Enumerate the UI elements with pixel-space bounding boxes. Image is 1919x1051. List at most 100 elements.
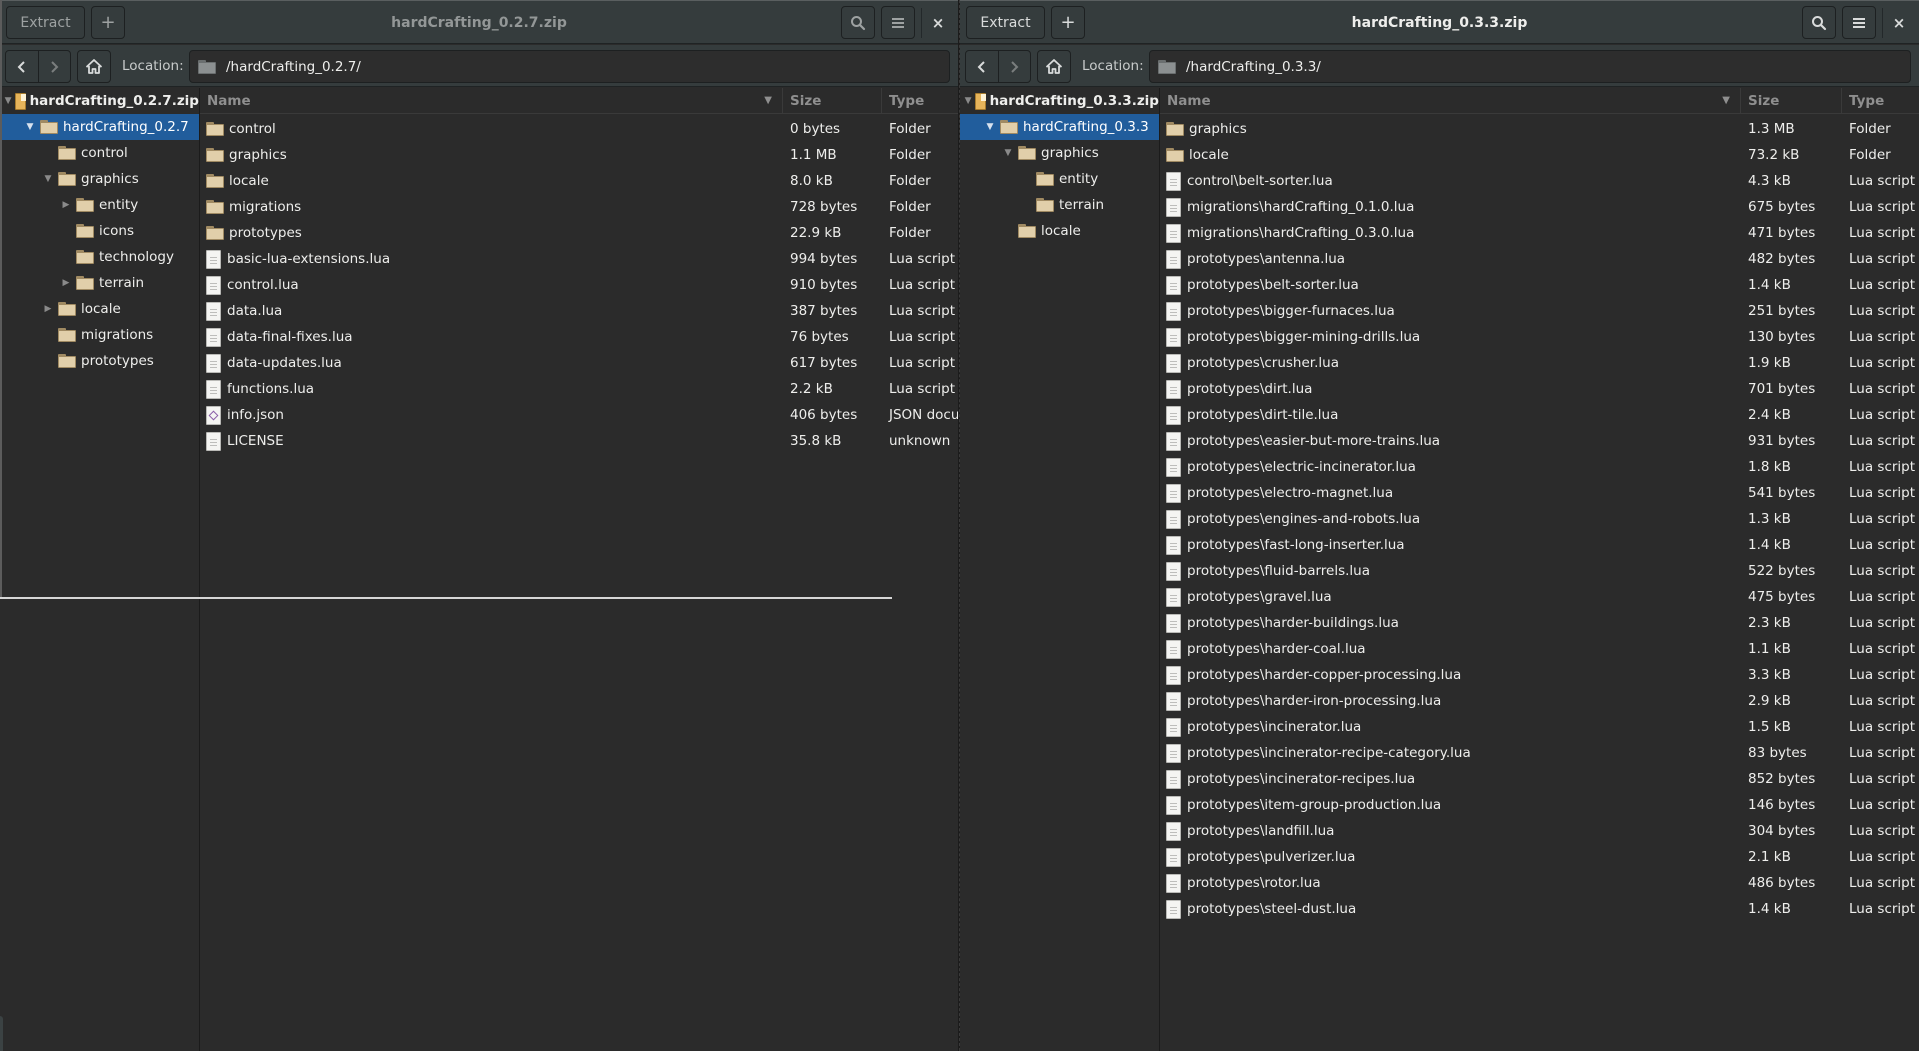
expander-collapsed-icon[interactable]: ▶: [60, 278, 72, 288]
file-row[interactable]: prototypes\engines-and-robots.lua 1.3 kB…: [1160, 506, 1919, 532]
file-row[interactable]: prototypes\landfill.lua 304 bytes Lua sc…: [1160, 818, 1919, 844]
tree-item[interactable]: control: [0, 140, 199, 166]
close-button[interactable]: ×: [924, 6, 952, 39]
file-row[interactable]: prototypes\harder-copper-processing.lua …: [1160, 662, 1919, 688]
file-row[interactable]: basic-lua-extensions.lua 994 bytes Lua s…: [200, 246, 958, 272]
file-row[interactable]: data.lua 387 bytes Lua script: [200, 298, 958, 324]
tree-item[interactable]: ▼ graphics: [0, 166, 199, 192]
expander-collapsed-icon[interactable]: ▶: [42, 304, 54, 314]
file-row[interactable]: prototypes\pulverizer.lua 2.1 kB Lua scr…: [1160, 844, 1919, 870]
location-field[interactable]: /hardCrafting_0.3.3/: [1149, 50, 1911, 83]
column-header-size[interactable]: Size: [783, 88, 882, 114]
json-file-icon: [206, 405, 221, 425]
home-button[interactable]: [1037, 50, 1071, 83]
file-row[interactable]: data-final-fixes.lua 76 bytes Lua script: [200, 324, 958, 350]
file-type: Lua script: [1849, 797, 1916, 813]
file-row[interactable]: prototypes\harder-buildings.lua 2.3 kB L…: [1160, 610, 1919, 636]
search-button[interactable]: [1802, 6, 1836, 39]
tree-item-label: locale: [1041, 223, 1081, 239]
file-row[interactable]: control 0 bytes Folder: [200, 116, 958, 142]
file-row[interactable]: migrations\hardCrafting_0.3.0.lua 471 by…: [1160, 220, 1919, 246]
back-button[interactable]: [6, 51, 38, 82]
back-button[interactable]: [966, 51, 998, 82]
file-row[interactable]: info.json 406 bytes JSON document: [200, 402, 958, 428]
extract-button[interactable]: Extract: [6, 6, 85, 39]
file-row[interactable]: prototypes\gravel.lua 475 bytes Lua scri…: [1160, 584, 1919, 610]
file-row[interactable]: prototypes\harder-coal.lua 1.1 kB Lua sc…: [1160, 636, 1919, 662]
file-row[interactable]: control.lua 910 bytes Lua script: [200, 272, 958, 298]
forward-button[interactable]: [37, 51, 71, 82]
file-row[interactable]: prototypes\fast-long-inserter.lua 1.4 kB…: [1160, 532, 1919, 558]
file-row[interactable]: prototypes\dirt.lua 701 bytes Lua script: [1160, 376, 1919, 402]
file-row[interactable]: functions.lua 2.2 kB Lua script: [200, 376, 958, 402]
file-row[interactable]: prototypes\fluid-barrels.lua 522 bytes L…: [1160, 558, 1919, 584]
file-row[interactable]: prototypes\steel-dust.lua 1.4 kB Lua scr…: [1160, 896, 1919, 922]
extract-button[interactable]: Extract: [966, 6, 1045, 39]
file-row[interactable]: LICENSE 35.8 kB unknown: [200, 428, 958, 454]
file-row[interactable]: control\belt-sorter.lua 4.3 kB Lua scrip…: [1160, 168, 1919, 194]
file-row[interactable]: prototypes\harder-iron-processing.lua 2.…: [1160, 688, 1919, 714]
tree-item[interactable]: ▼ hardCrafting_0.3.3.zip: [960, 88, 1159, 114]
file-row[interactable]: prototypes\belt-sorter.lua 1.4 kB Lua sc…: [1160, 272, 1919, 298]
column-header-name[interactable]: Name ▼: [200, 88, 783, 114]
column-header-size[interactable]: Size: [1741, 88, 1842, 114]
expander-expanded-icon[interactable]: ▼: [42, 174, 54, 184]
column-header-type[interactable]: Type: [882, 88, 958, 114]
tree-item[interactable]: terrain: [960, 192, 1159, 218]
forward-button[interactable]: [997, 51, 1031, 82]
file-row[interactable]: prototypes\antenna.lua 482 bytes Lua scr…: [1160, 246, 1919, 272]
expander-expanded-icon[interactable]: ▼: [24, 122, 36, 132]
file-type: unknown: [889, 433, 951, 449]
tree-item[interactable]: ▼ hardCrafting_0.2.7.zip: [0, 88, 199, 114]
tree-item[interactable]: prototypes: [0, 348, 199, 374]
column-header-type[interactable]: Type: [1842, 88, 1919, 114]
file-row[interactable]: graphics 1.1 MB Folder: [200, 142, 958, 168]
tree-item[interactable]: ▶ locale: [0, 296, 199, 322]
file-row[interactable]: locale 8.0 kB Folder: [200, 168, 958, 194]
tree-item[interactable]: ▼ hardCrafting_0.2.7: [0, 114, 199, 140]
file-row[interactable]: prototypes\easier-but-more-trains.lua 93…: [1160, 428, 1919, 454]
tree-item[interactable]: ▶ entity: [0, 192, 199, 218]
file-row[interactable]: prototypes\electro-magnet.lua 541 bytes …: [1160, 480, 1919, 506]
add-files-button[interactable]: +: [91, 6, 125, 39]
file-row[interactable]: prototypes\bigger-furnaces.lua 251 bytes…: [1160, 298, 1919, 324]
file-row[interactable]: prototypes 22.9 kB Folder: [200, 220, 958, 246]
tree-item[interactable]: ▼ hardCrafting_0.3.3: [960, 114, 1159, 140]
tree-item[interactable]: entity: [960, 166, 1159, 192]
file-row[interactable]: prototypes\rotor.lua 486 bytes Lua scrip…: [1160, 870, 1919, 896]
close-button[interactable]: ×: [1885, 6, 1913, 39]
menu-button[interactable]: [881, 6, 915, 39]
file-row[interactable]: locale 73.2 kB Folder: [1160, 142, 1919, 168]
file-row[interactable]: prototypes\incinerator-recipes.lua 852 b…: [1160, 766, 1919, 792]
file-row[interactable]: prototypes\bigger-mining-drills.lua 130 …: [1160, 324, 1919, 350]
tree-item[interactable]: ▶ terrain: [0, 270, 199, 296]
tree-item[interactable]: technology: [0, 244, 199, 270]
location-field[interactable]: /hardCrafting_0.2.7/: [189, 50, 950, 83]
file-row[interactable]: prototypes\electric-incinerator.lua 1.8 …: [1160, 454, 1919, 480]
search-button[interactable]: [841, 6, 875, 39]
expander-collapsed-icon[interactable]: ▶: [60, 200, 72, 210]
expander-expanded-icon[interactable]: ▼: [984, 122, 996, 132]
file-row[interactable]: prototypes\dirt-tile.lua 2.4 kB Lua scri…: [1160, 402, 1919, 428]
file-row[interactable]: migrations\hardCrafting_0.1.0.lua 675 by…: [1160, 194, 1919, 220]
file-row[interactable]: prototypes\incinerator.lua 1.5 kB Lua sc…: [1160, 714, 1919, 740]
expander-expanded-icon[interactable]: ▼: [1002, 148, 1014, 158]
file-row[interactable]: prototypes\incinerator-recipe-category.l…: [1160, 740, 1919, 766]
column-header-name[interactable]: Name ▼: [1160, 88, 1741, 114]
tree-item[interactable]: migrations: [0, 322, 199, 348]
menu-button[interactable]: [1842, 6, 1876, 39]
tree-item[interactable]: ▼ graphics: [960, 140, 1159, 166]
home-button[interactable]: [77, 50, 111, 83]
add-files-button[interactable]: +: [1051, 6, 1085, 39]
tree-item[interactable]: icons: [0, 218, 199, 244]
file-type: Lua script: [1849, 771, 1916, 787]
file-row[interactable]: graphics 1.3 MB Folder: [1160, 116, 1919, 142]
file-row[interactable]: prototypes\crusher.lua 1.9 kB Lua script: [1160, 350, 1919, 376]
tree-item[interactable]: locale: [960, 218, 1159, 244]
file-row[interactable]: migrations 728 bytes Folder: [200, 194, 958, 220]
file-row[interactable]: prototypes\item-group-production.lua 146…: [1160, 792, 1919, 818]
file-name: control.lua: [227, 277, 299, 293]
expander-expanded-icon[interactable]: ▼: [4, 96, 12, 106]
expander-expanded-icon[interactable]: ▼: [964, 96, 972, 106]
file-row[interactable]: data-updates.lua 617 bytes Lua script: [200, 350, 958, 376]
